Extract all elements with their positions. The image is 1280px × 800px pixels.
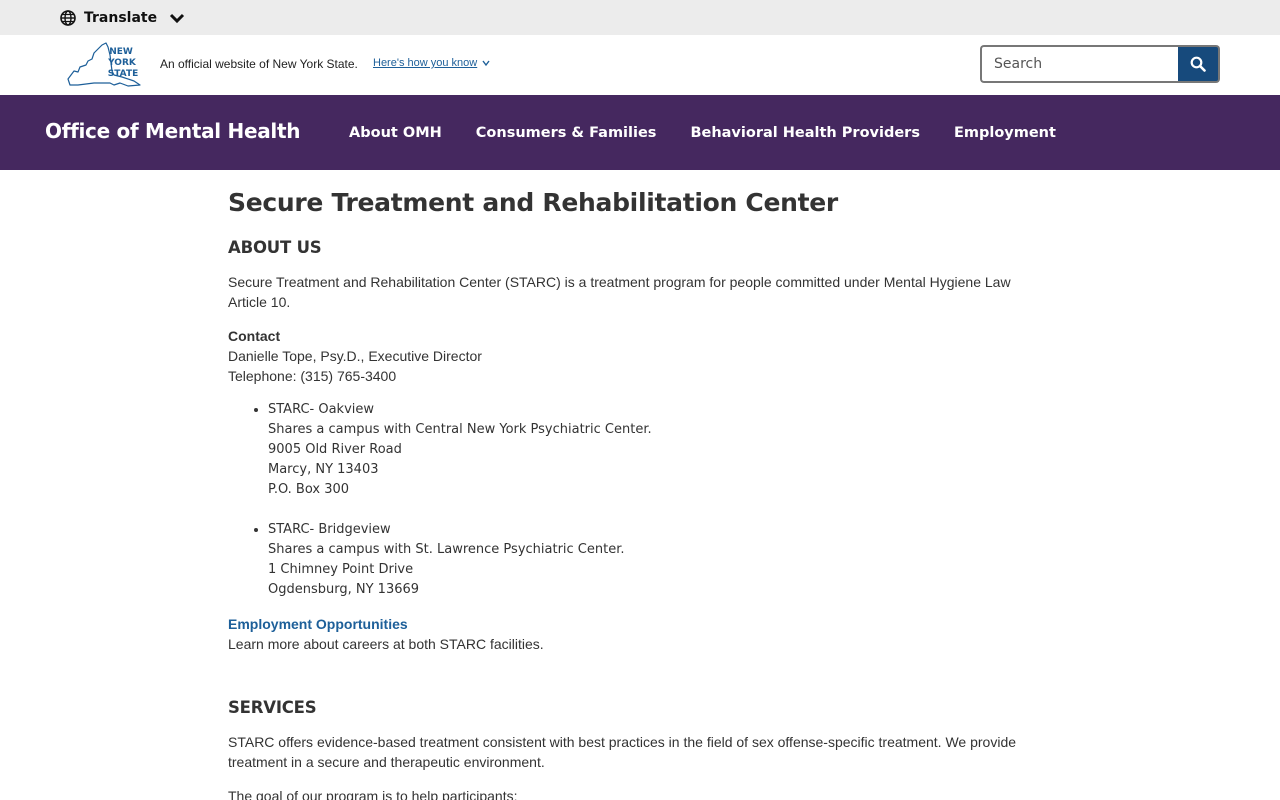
- logo-text-state: STATE: [108, 69, 138, 79]
- bullet-icon: [254, 408, 258, 412]
- nav-item-consumers-families[interactable]: Consumers & Families: [459, 125, 674, 141]
- goal-paragraph: The goal of our program is to help parti…: [228, 786, 1028, 800]
- bullet-icon: [254, 528, 258, 532]
- location-detail: Shares a campus with St. Lawrence Psychi…: [268, 542, 625, 557]
- location-name: STARC- Bridgeview: [268, 522, 391, 537]
- how-you-know-label: Here's how you know: [373, 57, 478, 69]
- chevron-down-icon: [482, 60, 490, 67]
- employment-block: Employment Opportunities Learn more abou…: [228, 614, 1028, 654]
- about-line: Article 10.: [228, 294, 291, 310]
- about-paragraph: Secure Treatment and Rehabilitation Cent…: [228, 272, 1028, 312]
- official-banner: NEW YORK STATE An official website of Ne…: [0, 35, 1280, 95]
- contact-name: Danielle Tope, Psy.D., Executive Directo…: [228, 348, 482, 364]
- location-detail: P.O. Box 300: [268, 482, 350, 497]
- employment-opportunities-link[interactable]: Employment Opportunities: [228, 614, 1028, 634]
- contact-phone: Telephone: (315) 765-3400: [228, 368, 397, 384]
- how-you-know-link[interactable]: Here's how you know: [373, 57, 491, 69]
- goal-text: The goal of our program is to help parti…: [228, 788, 518, 800]
- globe-icon: [60, 9, 76, 26]
- location-detail: Ogdensburg, NY 13669: [268, 582, 420, 597]
- search-button[interactable]: [1178, 45, 1220, 83]
- translate-bar: Translate: [0, 0, 1280, 35]
- page-title: Secure Treatment and Rehabilitation Cent…: [228, 188, 838, 217]
- translate-button[interactable]: Translate: [60, 0, 185, 35]
- search-input[interactable]: [980, 45, 1178, 83]
- list-item: STARC- Oakview Shares a campus with Cent…: [254, 400, 854, 500]
- location-detail: 1 Chimney Point Drive: [268, 562, 414, 577]
- location-name: STARC- Oakview: [268, 402, 375, 417]
- agency-title[interactable]: Office of Mental Health: [45, 119, 300, 143]
- employment-text: Learn more about careers at both STARC f…: [228, 636, 544, 652]
- nav-item-behavioral-health-providers[interactable]: Behavioral Health Providers: [673, 125, 937, 141]
- locations-list: STARC- Oakview Shares a campus with Cent…: [254, 400, 854, 600]
- location-detail: 9005 Old River Road: [268, 442, 402, 457]
- services-line: treatment in a secure and therapeutic en…: [228, 754, 545, 770]
- about-line: Secure Treatment and Rehabilitation Cent…: [228, 274, 1011, 290]
- search-icon: [1190, 56, 1206, 72]
- location-detail: Marcy, NY 13403: [268, 462, 379, 477]
- services-heading: SERVICES: [228, 698, 317, 717]
- nys-logo[interactable]: NEW YORK STATE: [64, 41, 144, 89]
- main-nav: About OMH Consumers & Families Behaviora…: [332, 95, 1073, 170]
- about-heading: ABOUT US: [228, 238, 322, 257]
- services-paragraph: STARC offers evidence-based treatment co…: [228, 732, 1028, 772]
- nav-item-about-omh[interactable]: About OMH: [332, 125, 459, 141]
- contact-block: Contact Danielle Tope, Psy.D., Executive…: [228, 326, 1028, 386]
- search-form: [980, 45, 1220, 83]
- translate-label: Translate: [84, 9, 158, 26]
- list-item: STARC- Bridgeview Shares a campus with S…: [254, 520, 854, 600]
- chevron-down-icon: [170, 13, 185, 23]
- agency-nav-bar: Office of Mental Health About OMH Consum…: [0, 95, 1280, 170]
- nav-item-employment[interactable]: Employment: [937, 125, 1073, 141]
- logo-text-new: NEW: [109, 47, 133, 57]
- contact-label: Contact: [228, 328, 281, 344]
- logo-text-york: YORK: [107, 58, 137, 68]
- services-line: STARC offers evidence-based treatment co…: [228, 734, 1017, 750]
- location-detail: Shares a campus with Central New York Ps…: [268, 422, 652, 437]
- official-site-text: An official website of New York State.: [160, 57, 358, 71]
